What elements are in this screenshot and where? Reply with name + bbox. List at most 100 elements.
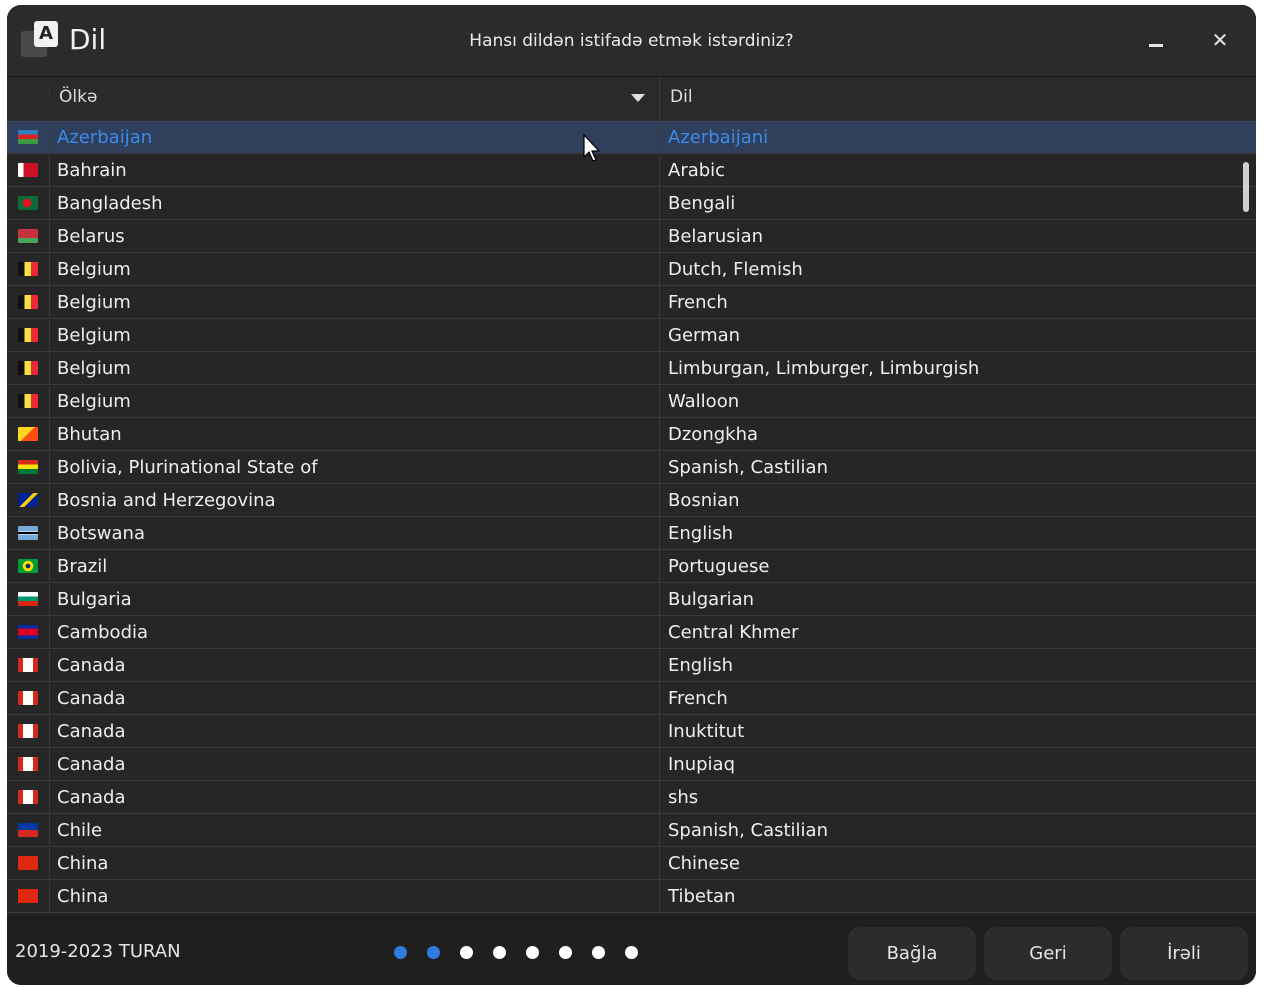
flag-cell bbox=[7, 881, 50, 913]
language-cell: German bbox=[668, 325, 741, 346]
table-row[interactable]: Belgium German bbox=[7, 320, 1256, 352]
cn-flag-icon bbox=[18, 856, 38, 870]
bo-flag-icon bbox=[18, 460, 38, 474]
country-cell: China bbox=[50, 848, 660, 880]
flag-cell bbox=[7, 749, 50, 781]
table-row[interactable]: Canada Inupiaq bbox=[7, 749, 1256, 781]
next-button[interactable]: İrəli bbox=[1120, 927, 1248, 980]
bd-flag-icon bbox=[18, 196, 38, 210]
language-cell: Dutch, Flemish bbox=[668, 259, 803, 280]
step-dot bbox=[394, 946, 407, 959]
close-button[interactable]: Bağla bbox=[848, 927, 976, 980]
table-row[interactable]: Canada French bbox=[7, 683, 1256, 715]
country-cell: Belarus bbox=[50, 221, 660, 253]
footer: 2019-2023 TURAN Bağla Geri İrəli bbox=[7, 916, 1256, 985]
table-row[interactable]: Chile Spanish, Castilian bbox=[7, 815, 1256, 847]
flag-cell bbox=[7, 254, 50, 286]
step-dot bbox=[526, 946, 539, 959]
table-row[interactable]: Brazil Portuguese bbox=[7, 551, 1256, 583]
minimize-button[interactable] bbox=[1139, 23, 1173, 57]
step-dot bbox=[592, 946, 605, 959]
be-flag-icon bbox=[18, 328, 38, 342]
country-cell: Cambodia bbox=[50, 617, 660, 649]
table-row[interactable]: Belgium French bbox=[7, 287, 1256, 319]
window-subtitle: Hansı dildən istifadə etmək istərdiniz? bbox=[469, 31, 794, 51]
title-bar: A Dil Hansı dildən istifadə etmək istərd… bbox=[7, 5, 1256, 77]
table-row[interactable]: Cambodia Central Khmer bbox=[7, 617, 1256, 649]
app-icon-letter: A bbox=[34, 21, 58, 47]
step-dot bbox=[460, 946, 473, 959]
flag-cell bbox=[7, 815, 50, 847]
table-row[interactable]: Belgium Limburgan, Limburger, Limburgish bbox=[7, 353, 1256, 385]
language-cell: shs bbox=[668, 787, 699, 808]
language-list[interactable]: Azerbaijan Azerbaijani Bahrain Arabic Bangla… bbox=[7, 122, 1256, 915]
table-row[interactable]: Bosnia and Herzegovina Bosnian bbox=[7, 485, 1256, 517]
country-cell: Botswana bbox=[50, 518, 660, 550]
language-cell: English bbox=[668, 523, 733, 544]
language-cell: French bbox=[668, 292, 728, 313]
table-row[interactable]: Botswana English bbox=[7, 518, 1256, 550]
mouse-pointer-icon bbox=[583, 133, 601, 162]
cl-flag-icon bbox=[18, 823, 38, 837]
be-flag-icon bbox=[18, 295, 38, 309]
country-cell: Belgium bbox=[50, 287, 660, 319]
flag-cell bbox=[7, 386, 50, 418]
bg-flag-icon bbox=[18, 592, 38, 606]
country-cell: Bolivia, Plurinational State of bbox=[50, 452, 660, 484]
table-row[interactable]: China Chinese bbox=[7, 848, 1256, 880]
bh-flag-icon bbox=[18, 163, 38, 177]
table-row[interactable]: Belarus Belarusian bbox=[7, 221, 1256, 253]
close-icon: ✕ bbox=[1211, 28, 1229, 52]
country-cell: Canada bbox=[50, 683, 660, 715]
table-row[interactable]: China Tibetan bbox=[7, 881, 1256, 913]
bt-flag-icon bbox=[18, 427, 38, 441]
flag-cell bbox=[7, 122, 50, 154]
header-flag-column[interactable] bbox=[7, 85, 50, 99]
bw-flag-icon bbox=[18, 526, 38, 540]
scrollbar-thumb[interactable] bbox=[1243, 162, 1249, 212]
back-button[interactable]: Geri bbox=[984, 927, 1112, 980]
window-title: Dil bbox=[69, 23, 107, 56]
table-row[interactable]: Bangladesh Bengali bbox=[7, 188, 1256, 220]
country-cell: Canada bbox=[50, 749, 660, 781]
flag-cell bbox=[7, 353, 50, 385]
table-row[interactable]: Canada shs bbox=[7, 782, 1256, 814]
flag-cell bbox=[7, 782, 50, 814]
table-row[interactable]: Azerbaijan Azerbaijani bbox=[7, 122, 1256, 154]
language-cell: Bulgarian bbox=[668, 589, 755, 610]
country-cell: Brazil bbox=[50, 551, 660, 583]
close-window-button[interactable]: ✕ bbox=[1203, 23, 1237, 57]
language-dialog: A Dil Hansı dildən istifadə etmək istərd… bbox=[7, 5, 1256, 985]
language-cell: Portuguese bbox=[668, 556, 770, 577]
br-flag-icon bbox=[18, 559, 38, 573]
table-row[interactable]: Bahrain Arabic bbox=[7, 155, 1256, 187]
table-row[interactable]: Belgium Walloon bbox=[7, 386, 1256, 418]
table-row[interactable]: Bhutan Dzongkha bbox=[7, 419, 1256, 451]
step-dot bbox=[493, 946, 506, 959]
step-dot bbox=[559, 946, 572, 959]
table-row[interactable]: Belgium Dutch, Flemish bbox=[7, 254, 1256, 286]
flag-cell bbox=[7, 452, 50, 484]
table-row[interactable]: Canada English bbox=[7, 650, 1256, 682]
ba-flag-icon bbox=[18, 493, 38, 507]
country-cell: Bahrain bbox=[50, 155, 660, 187]
country-cell: Belgium bbox=[50, 353, 660, 385]
be-flag-icon bbox=[18, 394, 38, 408]
language-cell: Limburgan, Limburger, Limburgish bbox=[668, 358, 980, 379]
be-flag-icon bbox=[18, 361, 38, 375]
country-cell: Canada bbox=[50, 650, 660, 682]
table-row[interactable]: Canada Inuktitut bbox=[7, 716, 1256, 748]
table-row[interactable]: Bolivia, Plurinational State of Spanish, … bbox=[7, 452, 1256, 484]
header-country-column[interactable]: Ölkə bbox=[50, 77, 660, 121]
header-language-column[interactable]: Dil bbox=[661, 77, 1256, 121]
kh-flag-icon bbox=[18, 625, 38, 639]
country-cell: Canada bbox=[50, 782, 660, 814]
by-flag-icon bbox=[18, 229, 38, 243]
ca-flag-icon bbox=[18, 658, 38, 672]
language-cell: Azerbaijani bbox=[668, 127, 769, 148]
table-row[interactable]: Bulgaria Bulgarian bbox=[7, 584, 1256, 616]
language-cell: Inuktitut bbox=[668, 721, 745, 742]
country-cell: Bhutan bbox=[50, 419, 660, 451]
flag-cell bbox=[7, 848, 50, 880]
language-cell: Arabic bbox=[668, 160, 726, 181]
